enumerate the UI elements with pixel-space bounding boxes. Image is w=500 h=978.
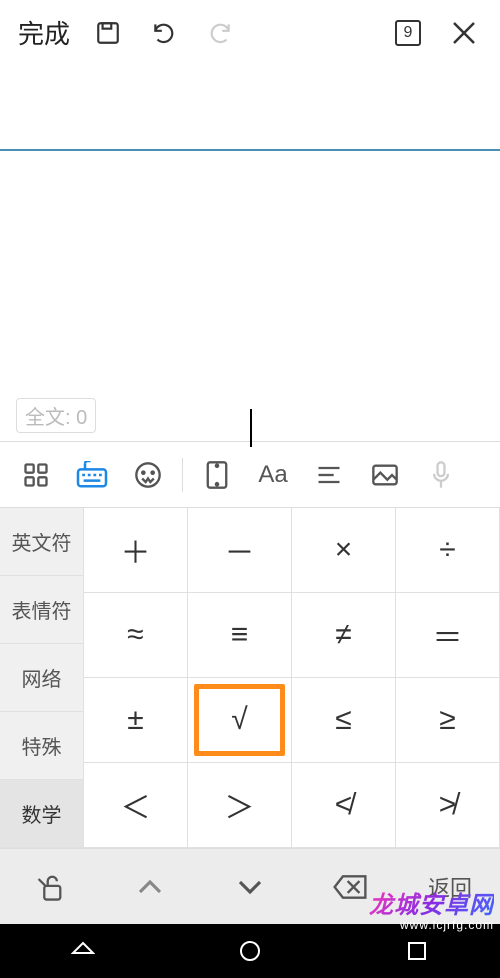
key-plusminus[interactable]: ± [84,678,188,763]
key-approx[interactable]: ≈ [84,593,188,678]
fulltext-counter: 全文: 0 [16,398,96,433]
key-ngt[interactable]: ≯ [396,763,500,848]
align-icon[interactable] [301,450,357,500]
apps-icon[interactable] [8,450,64,500]
insert-panel-icon[interactable] [189,450,245,500]
symbol-keyboard: 英文符 表情符 网络 特殊 数学 ＋ － × ÷ ≈ ≡ ≠ ＝ ± √ ≤ ≥… [0,508,500,924]
keyboard-icon[interactable] [64,450,120,500]
text-cursor [250,409,252,447]
key-equal[interactable]: ＝ [396,593,500,678]
nav-back-icon[interactable] [53,931,113,971]
android-navbar [0,924,500,978]
done-button[interactable]: 完成 [12,14,76,51]
key-le[interactable]: ≤ [292,678,396,763]
chevron-down-icon[interactable] [200,877,300,897]
tab-special[interactable]: 特殊 [0,712,84,780]
tab-english-symbols[interactable]: 英文符 [0,508,84,576]
key-minus[interactable]: － [188,508,292,593]
key-lt[interactable]: ＜ [84,763,188,848]
mic-icon[interactable] [413,450,469,500]
key-identical[interactable]: ≡ [188,593,292,678]
keypad-9-button[interactable]: 9 [384,9,432,57]
nav-home-icon[interactable] [220,931,280,971]
symbol-category-tabs: 英文符 表情符 网络 特殊 数学 [0,508,84,848]
editor-area[interactable]: 全文: 0 [0,151,500,441]
symbol-key-grid: ＋ － × ÷ ≈ ≡ ≠ ＝ ± √ ≤ ≥ ＜ ＞ ≮ ≯ [84,508,500,848]
tab-network[interactable]: 网络 [0,644,84,712]
key-nlt[interactable]: ≮ [292,763,396,848]
emoji-icon[interactable] [120,450,176,500]
chevron-up-icon[interactable] [100,877,200,897]
font-icon[interactable]: Aa [245,450,301,500]
toolbar-divider [182,458,183,492]
key-ge[interactable]: ≥ [396,678,500,763]
undo-icon[interactable] [140,9,188,57]
image-icon[interactable] [357,450,413,500]
key-multiply[interactable]: × [292,508,396,593]
key-plus[interactable]: ＋ [84,508,188,593]
backspace-icon[interactable] [300,874,400,900]
top-toolbar: 完成 9 [0,0,500,65]
key-divide[interactable]: ÷ [396,508,500,593]
return-button[interactable]: 返回 [400,871,500,903]
save-icon[interactable] [84,9,132,57]
nav-recent-icon[interactable] [387,931,447,971]
close-icon[interactable] [440,9,488,57]
tab-emoji-symbols[interactable]: 表情符 [0,576,84,644]
redo-icon [196,9,244,57]
keyboard-bottom-row: 返回 [0,848,500,924]
editor-toolbar: Aa [0,441,500,508]
key-sqrt[interactable]: √ [188,678,292,763]
tab-math[interactable]: 数学 [0,780,84,848]
lock-toggle-icon[interactable] [0,872,100,902]
key-gt[interactable]: ＞ [188,763,292,848]
key-notequal[interactable]: ≠ [292,593,396,678]
